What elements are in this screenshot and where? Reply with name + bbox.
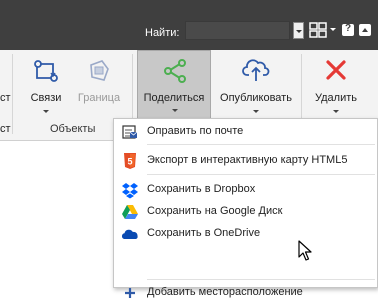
find-dropdown-button[interactable] [293,22,304,39]
menu-separator [147,279,375,280]
find-label: Найти: [145,27,180,39]
delete-icon [326,60,346,80]
ribbon-partial-label: ст [0,92,11,104]
collapse-ribbon-icon[interactable] [359,24,371,36]
menu-item-save-onedrive[interactable]: Сохранить в OneDrive [114,224,377,244]
menu-item-export-html5[interactable]: 5 Экспорт в интерактивную карту HTML5 [114,151,377,171]
svg-text:5: 5 [127,157,132,167]
share-menu: Оправить по почте 5 Экспорт в интерактив… [113,118,378,298]
chevron-down-icon [333,110,339,113]
connections-label: Связи [30,92,62,104]
ribbon-partial-group-label: ст [0,123,11,135]
menu-item-label: Сохранить на Google Диск [147,205,283,217]
html5-icon: 5 [124,153,136,169]
share-label: Поделиться [143,92,205,104]
group-objects-label: Объекты [50,123,96,135]
chevron-down-icon [172,109,178,112]
publish-button[interactable]: Опубликовать [213,50,299,122]
find-input[interactable] [185,21,290,40]
connections-icon [34,60,58,82]
share-button[interactable]: Поделиться [137,50,211,119]
menu-item-send-email[interactable]: Оправить по почте [114,122,377,142]
connections-button[interactable]: Связи [24,50,68,122]
publish-label: Опубликовать [220,92,292,104]
layout-icon[interactable] [309,21,327,39]
menu-separator [147,144,375,145]
menu-item-label: Сохранить в OneDrive [147,227,261,239]
title-bar: Найти: [0,0,378,50]
menu-item-label: Сохранить в Dropbox [147,183,256,195]
menu-item-save-google-drive[interactable]: Сохранить на Google Диск [114,202,377,222]
chevron-down-icon [253,110,259,113]
delete-label: Удалить [315,92,357,104]
help-icon[interactable] [342,23,354,36]
delete-button[interactable]: Удалить [305,50,367,122]
boundary-icon [90,60,109,81]
mouse-cursor-icon [298,240,312,261]
boundary-label: Граница [77,92,121,104]
dropbox-icon [122,183,138,199]
menu-item-label: Оправить по почте [147,125,244,137]
mail-icon [122,125,138,139]
layout-dropdown-icon[interactable] [330,28,336,31]
share-icon [164,59,186,83]
chevron-down-icon [43,110,49,113]
ribbon-separator [12,54,13,134]
menu-item-save-dropbox[interactable]: Сохранить в Dropbox [114,180,377,200]
menu-separator [147,174,375,175]
plus-icon [125,288,135,298]
google-drive-icon [122,205,138,219]
cloud-upload-icon [242,59,270,81]
boundary-button[interactable]: Граница [72,50,126,122]
onedrive-icon [121,229,138,239]
menu-item-add-location[interactable]: Добавить месторасположение [114,283,377,303]
menu-item-label: Экспорт в интерактивную карту HTML5 [147,154,348,166]
